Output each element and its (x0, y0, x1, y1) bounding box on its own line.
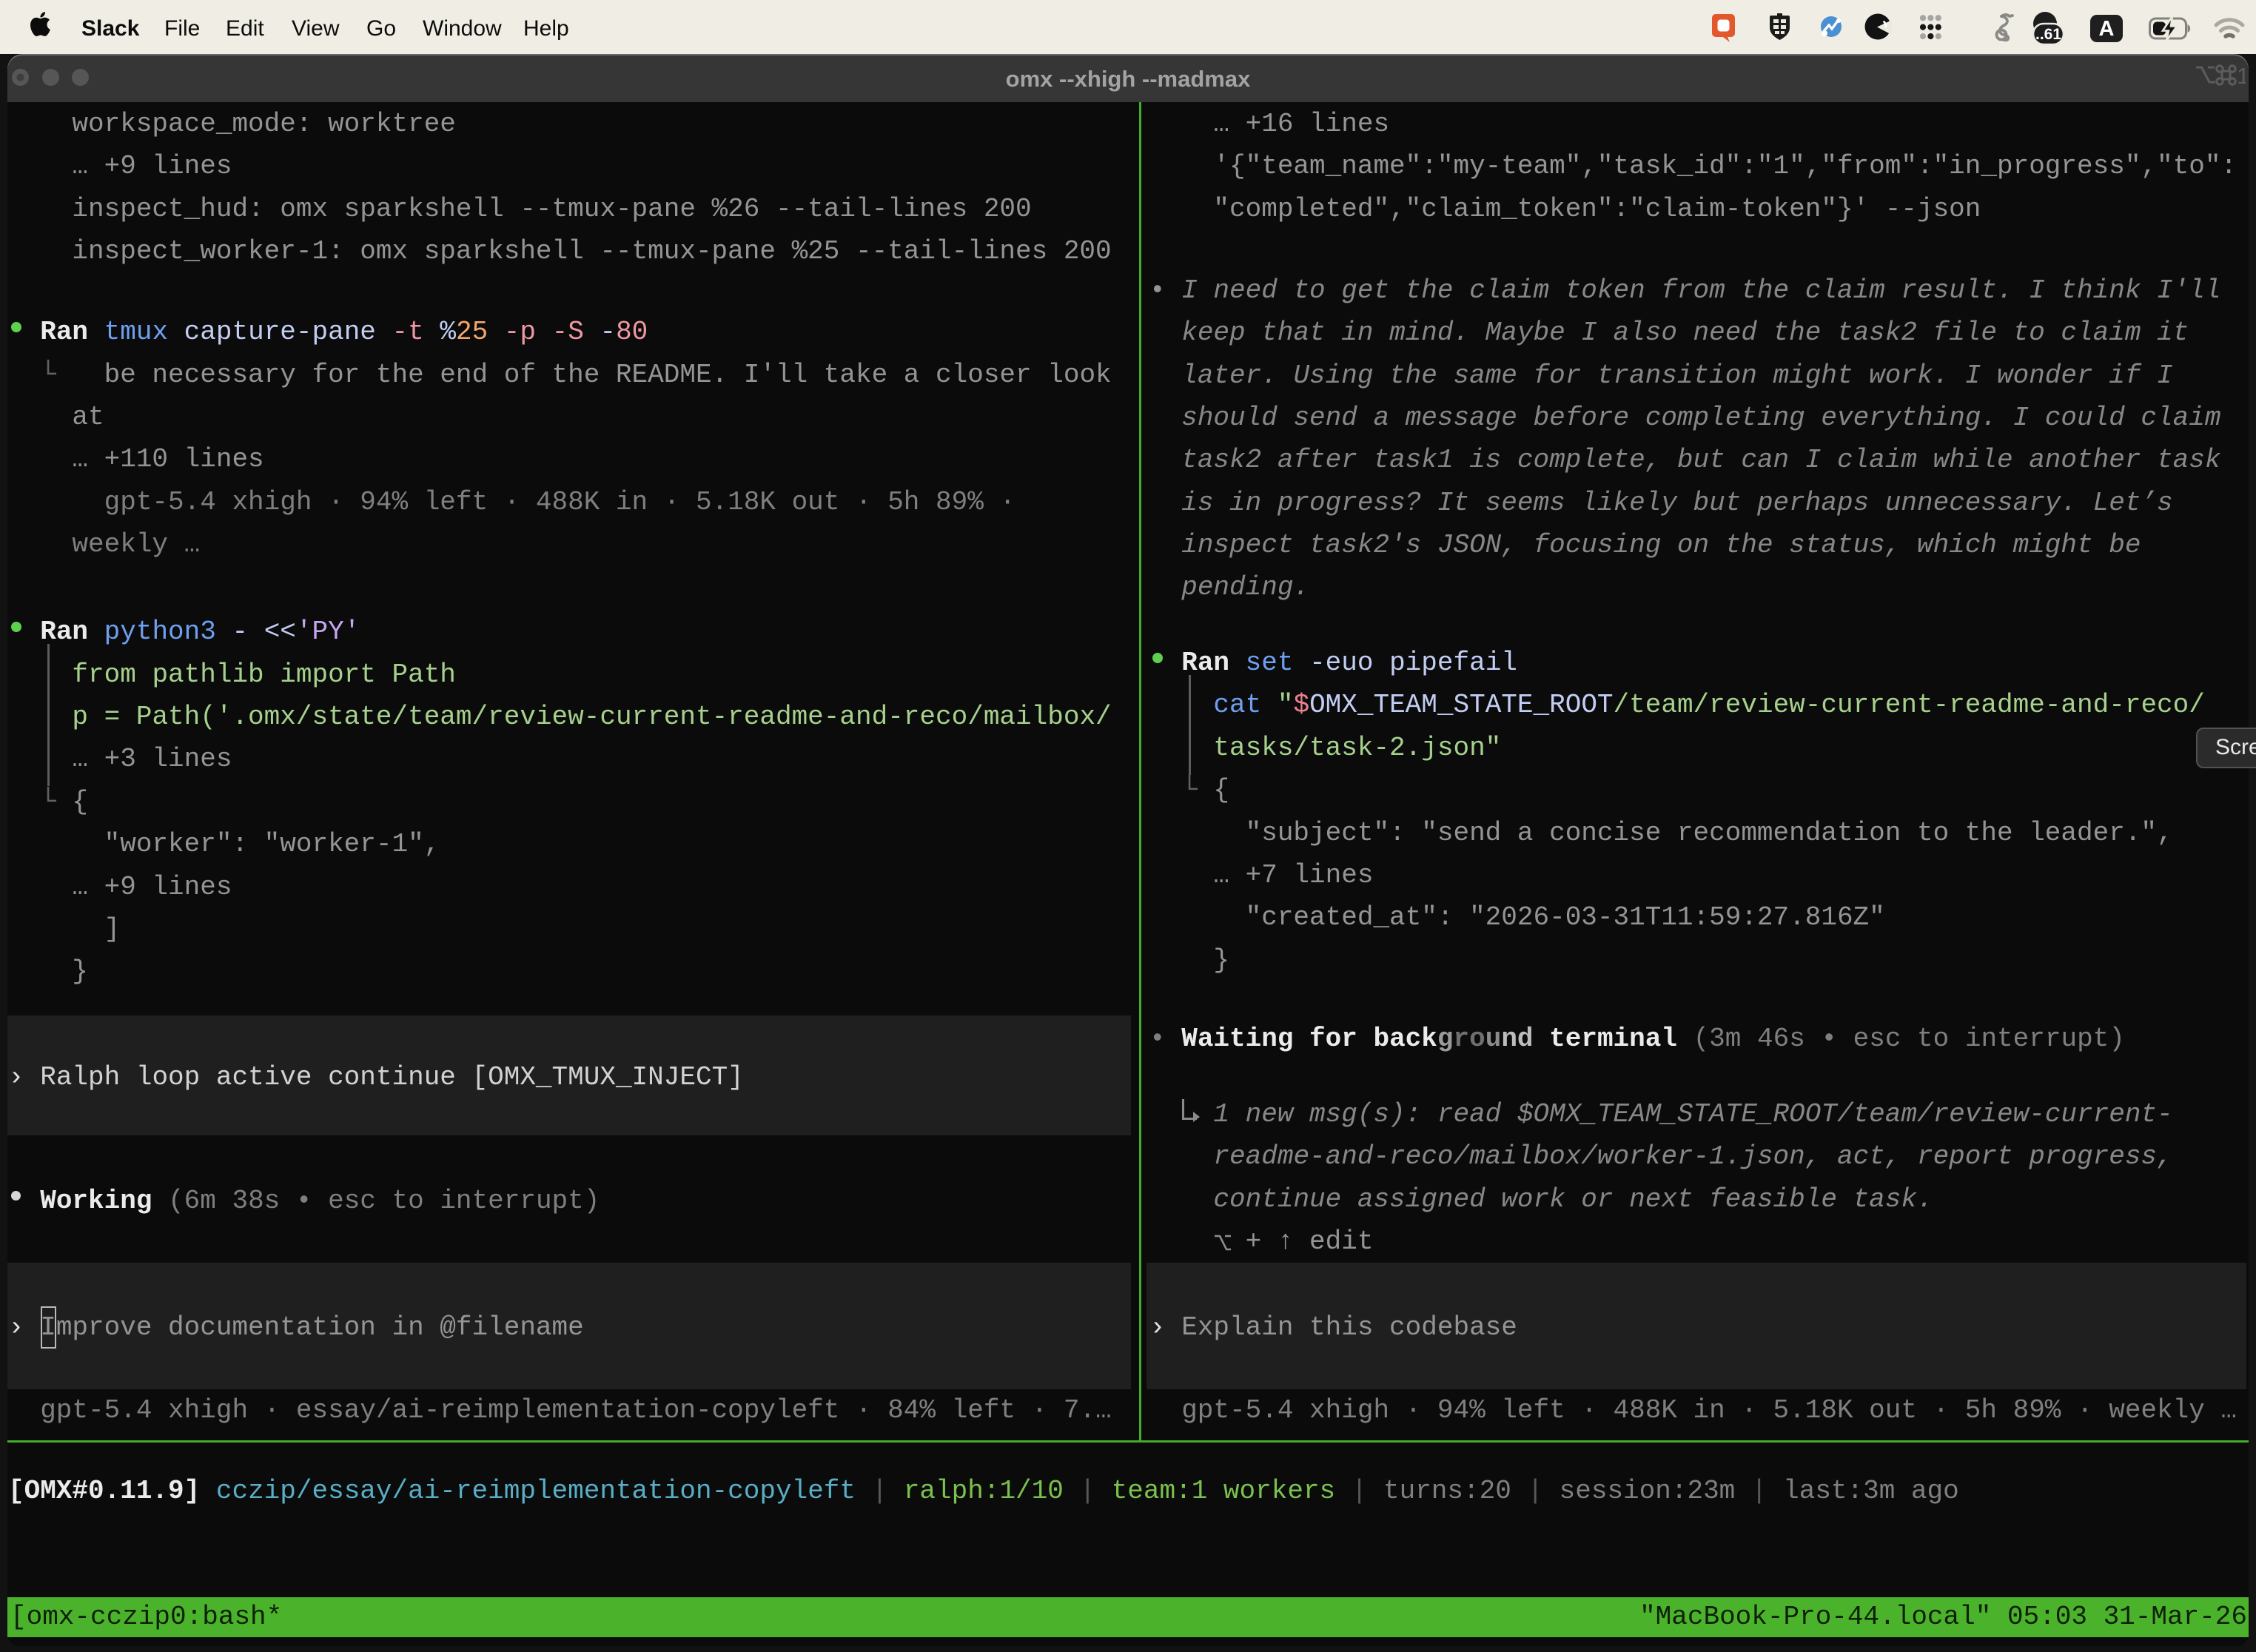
svg-text:1: 1 (2237, 63, 2246, 89)
svg-text:..61: ..61 (2035, 26, 2061, 43)
